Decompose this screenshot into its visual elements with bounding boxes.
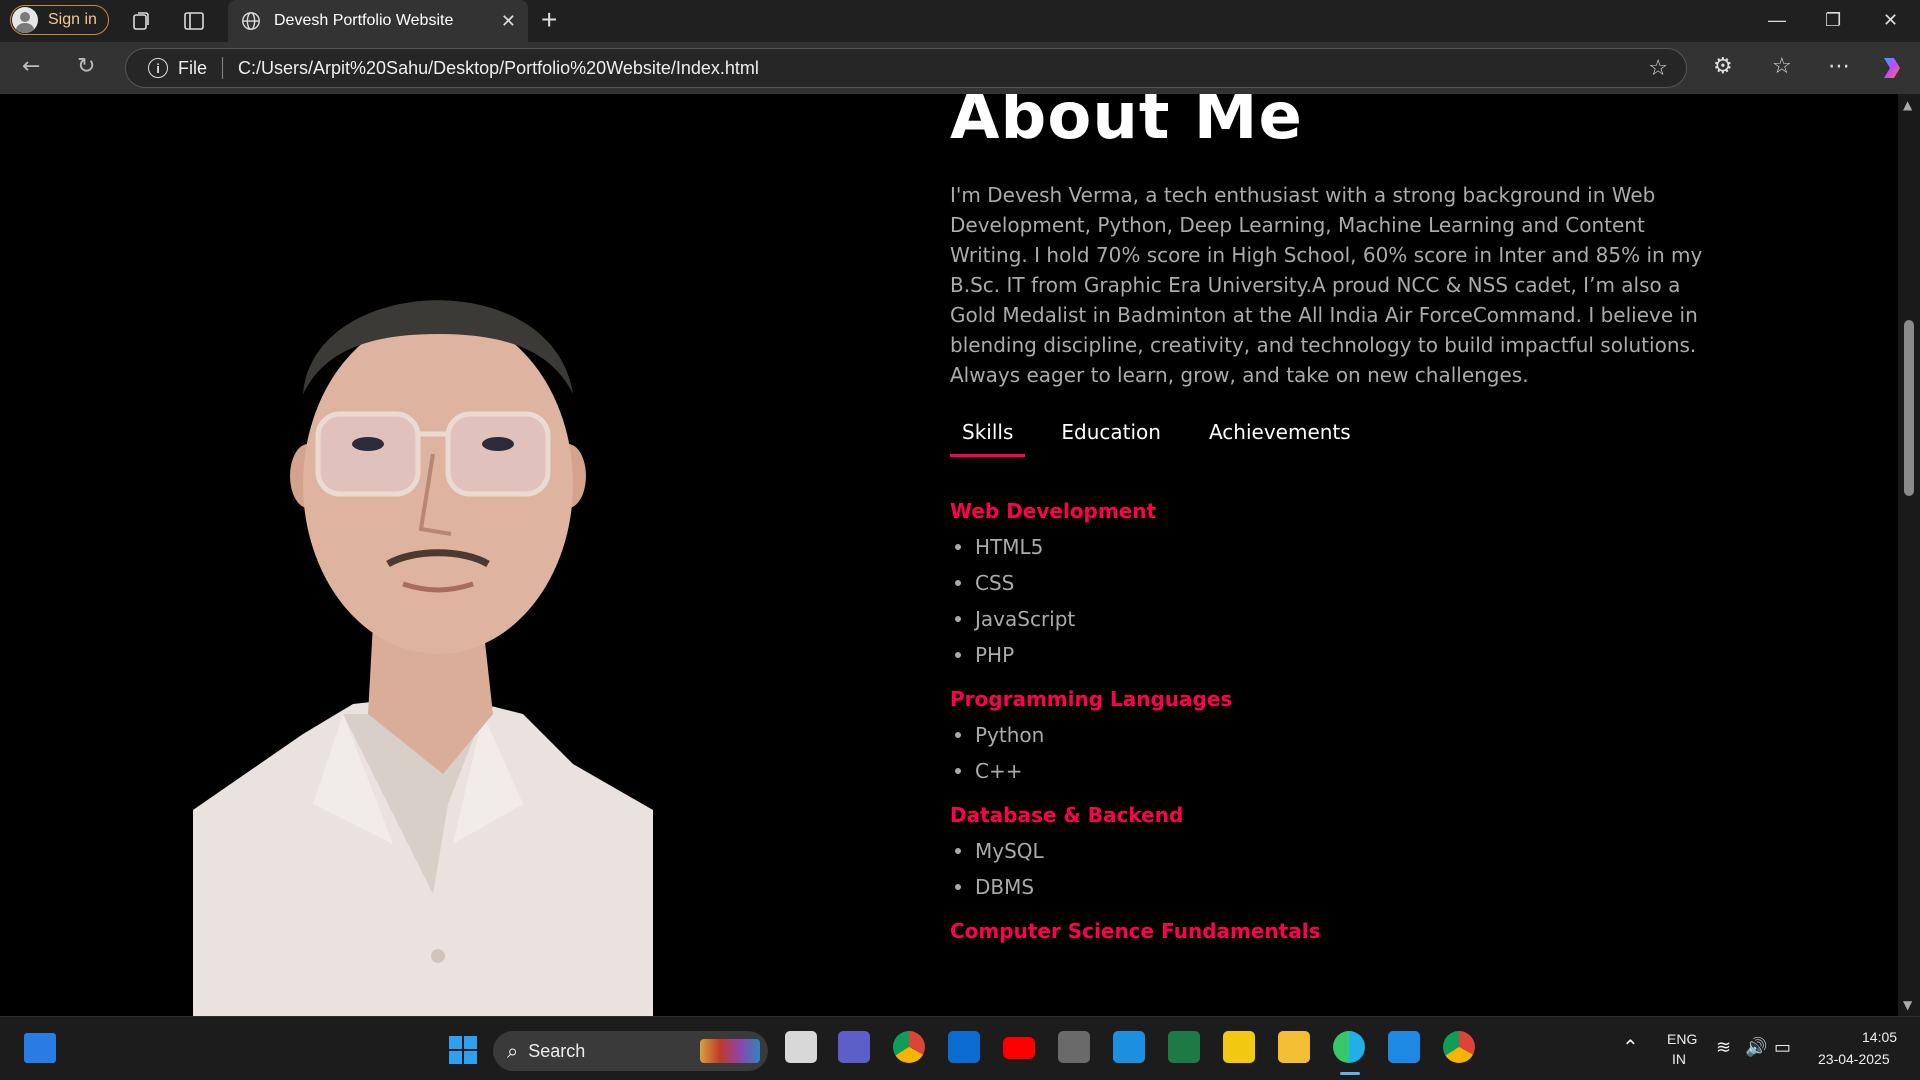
skill-category: Programming Languages: [950, 687, 1233, 711]
teams-icon[interactable]: [838, 1031, 870, 1063]
start-menu-icon[interactable]: [448, 1035, 478, 1065]
tab-actions-icon[interactable]: [182, 9, 206, 33]
search-highlight-icon: [700, 1039, 760, 1063]
camera-icon[interactable]: [1058, 1031, 1090, 1063]
widgets-icon[interactable]: [24, 1033, 56, 1063]
bio-paragraph: I'm Devesh Verma, a tech enthusiast with…: [950, 183, 1703, 387]
address-bar[interactable]: i File C:/Users/Arpit%20Sahu/Desktop/Por…: [125, 48, 1687, 88]
tab-achievements[interactable]: Achievements: [1197, 416, 1363, 457]
info-icon[interactable]: i: [148, 58, 168, 78]
skill-group-web: Web Development HTML5 CSS JavaScript PHP: [950, 499, 1710, 673]
show-hidden-icons[interactable]: ⌃: [1622, 1035, 1639, 1060]
copilot-icon[interactable]: [1878, 54, 1906, 82]
page-title: About Me: [950, 94, 1303, 154]
page-viewport: About Me I'm Devesh Verma, a tech enthus…: [5, 94, 1898, 1016]
tab-title: Devesh Portfolio Website: [274, 12, 454, 29]
scroll-down-icon[interactable]: ▼: [1903, 998, 1912, 1012]
file-explorer-icon[interactable]: [1278, 1031, 1310, 1063]
about-section: About Me I'm Devesh Verma, a tech enthus…: [950, 94, 1710, 943]
profile-icon: [12, 7, 38, 33]
skill-item: HTML5: [950, 529, 1710, 565]
address-row: ← ↻ i File C:/Users/Arpit%20Sahu/Desktop…: [0, 42, 1920, 94]
close-tab-icon[interactable]: ✕: [501, 11, 516, 32]
volume-icon[interactable]: 🔊: [1745, 1037, 1767, 1058]
skill-item: MySQL: [950, 833, 1710, 869]
new-tab-icon[interactable]: +: [541, 6, 557, 34]
active-app-indicator: [1340, 1072, 1360, 1075]
address-scheme: File: [178, 57, 208, 78]
wifi-icon[interactable]: ≋: [1716, 1037, 1731, 1058]
restore-icon[interactable]: ❐: [1825, 10, 1841, 31]
browser-title-bar: Sign in Devesh Portfolio Website ✕ + — ❐…: [0, 0, 1920, 42]
skill-item: JavaScript: [950, 601, 1710, 637]
skill-group-database: Database & Backend MySQL DBMS: [950, 803, 1710, 905]
taskbar-search[interactable]: ⌕ Search: [493, 1031, 768, 1071]
tab-education[interactable]: Education: [1049, 416, 1173, 457]
excel-icon[interactable]: [1168, 1031, 1200, 1063]
skill-category: Database & Backend: [950, 803, 1184, 827]
skill-item: PHP: [950, 637, 1710, 673]
chrome-profile-icon[interactable]: [1443, 1031, 1475, 1063]
address-url[interactable]: C:/Users/Arpit%20Sahu/Desktop/Portfolio%…: [238, 58, 1648, 79]
skill-category: Web Development: [950, 499, 1157, 523]
edge-icon[interactable]: [1333, 1031, 1365, 1063]
workspaces-icon[interactable]: [130, 9, 154, 33]
scroll-thumb[interactable]: [1904, 320, 1914, 496]
skill-group-programming: Programming Languages Python C++: [950, 687, 1710, 789]
more-options-icon[interactable]: ⋯: [1828, 54, 1850, 79]
about-tabs: Skills Education Achievements: [950, 416, 1710, 457]
sign-in-label: Sign in: [48, 11, 97, 28]
page-scrollbar[interactable]: ▲ ▼: [1898, 94, 1920, 1016]
search-icon: ⌕: [507, 1039, 519, 1063]
skill-group-cs-fundamentals: Computer Science Fundamentals: [950, 919, 1710, 943]
search-label: Search: [528, 1040, 586, 1061]
clock-date[interactable]: 23-04-2025: [1818, 1051, 1890, 1067]
store-icon[interactable]: [1113, 1031, 1145, 1063]
chrome-icon[interactable]: [893, 1031, 925, 1063]
profile-portrait-image: [193, 300, 653, 1016]
language-top[interactable]: ENG: [1667, 1031, 1697, 1047]
task-view-icon[interactable]: [785, 1031, 817, 1063]
skill-category: Computer Science Fundamentals: [950, 919, 1321, 943]
tab-skills[interactable]: Skills: [950, 416, 1026, 457]
address-divider: [222, 57, 224, 79]
refresh-icon[interactable]: ↻: [77, 54, 95, 79]
skill-item: C++: [950, 753, 1710, 789]
skill-item: Python: [950, 717, 1710, 753]
favorite-star-icon[interactable]: ☆: [1648, 56, 1668, 81]
sign-in-button[interactable]: Sign in: [10, 5, 109, 35]
tab-active[interactable]: Devesh Portfolio Website ✕: [228, 0, 528, 42]
clock-time[interactable]: 14:05: [1862, 1029, 1897, 1045]
back-arrow-icon[interactable]: ←: [22, 54, 40, 79]
vscode-icon[interactable]: [1388, 1031, 1420, 1063]
minimize-icon[interactable]: —: [1768, 10, 1786, 31]
mahindra-app-icon[interactable]: [948, 1031, 980, 1063]
favorites-icon[interactable]: ☆: [1772, 54, 1792, 79]
language-bottom[interactable]: IN: [1672, 1051, 1686, 1067]
globe-icon: [242, 12, 260, 30]
scroll-up-icon[interactable]: ▲: [1903, 98, 1912, 112]
close-window-icon[interactable]: ✕: [1883, 10, 1898, 31]
power-bi-icon[interactable]: [1223, 1031, 1255, 1063]
skill-item: DBMS: [950, 869, 1710, 905]
skill-item: CSS: [950, 565, 1710, 601]
windows-taskbar: ⌕ Search ⌃ ENG IN ≋ 🔊 ▭ 14:05 23-04-2025: [0, 1016, 1920, 1080]
battery-icon[interactable]: ▭: [1774, 1037, 1791, 1058]
extensions-icon[interactable]: ⚙: [1713, 54, 1733, 79]
youtube-icon[interactable]: [1003, 1037, 1035, 1059]
